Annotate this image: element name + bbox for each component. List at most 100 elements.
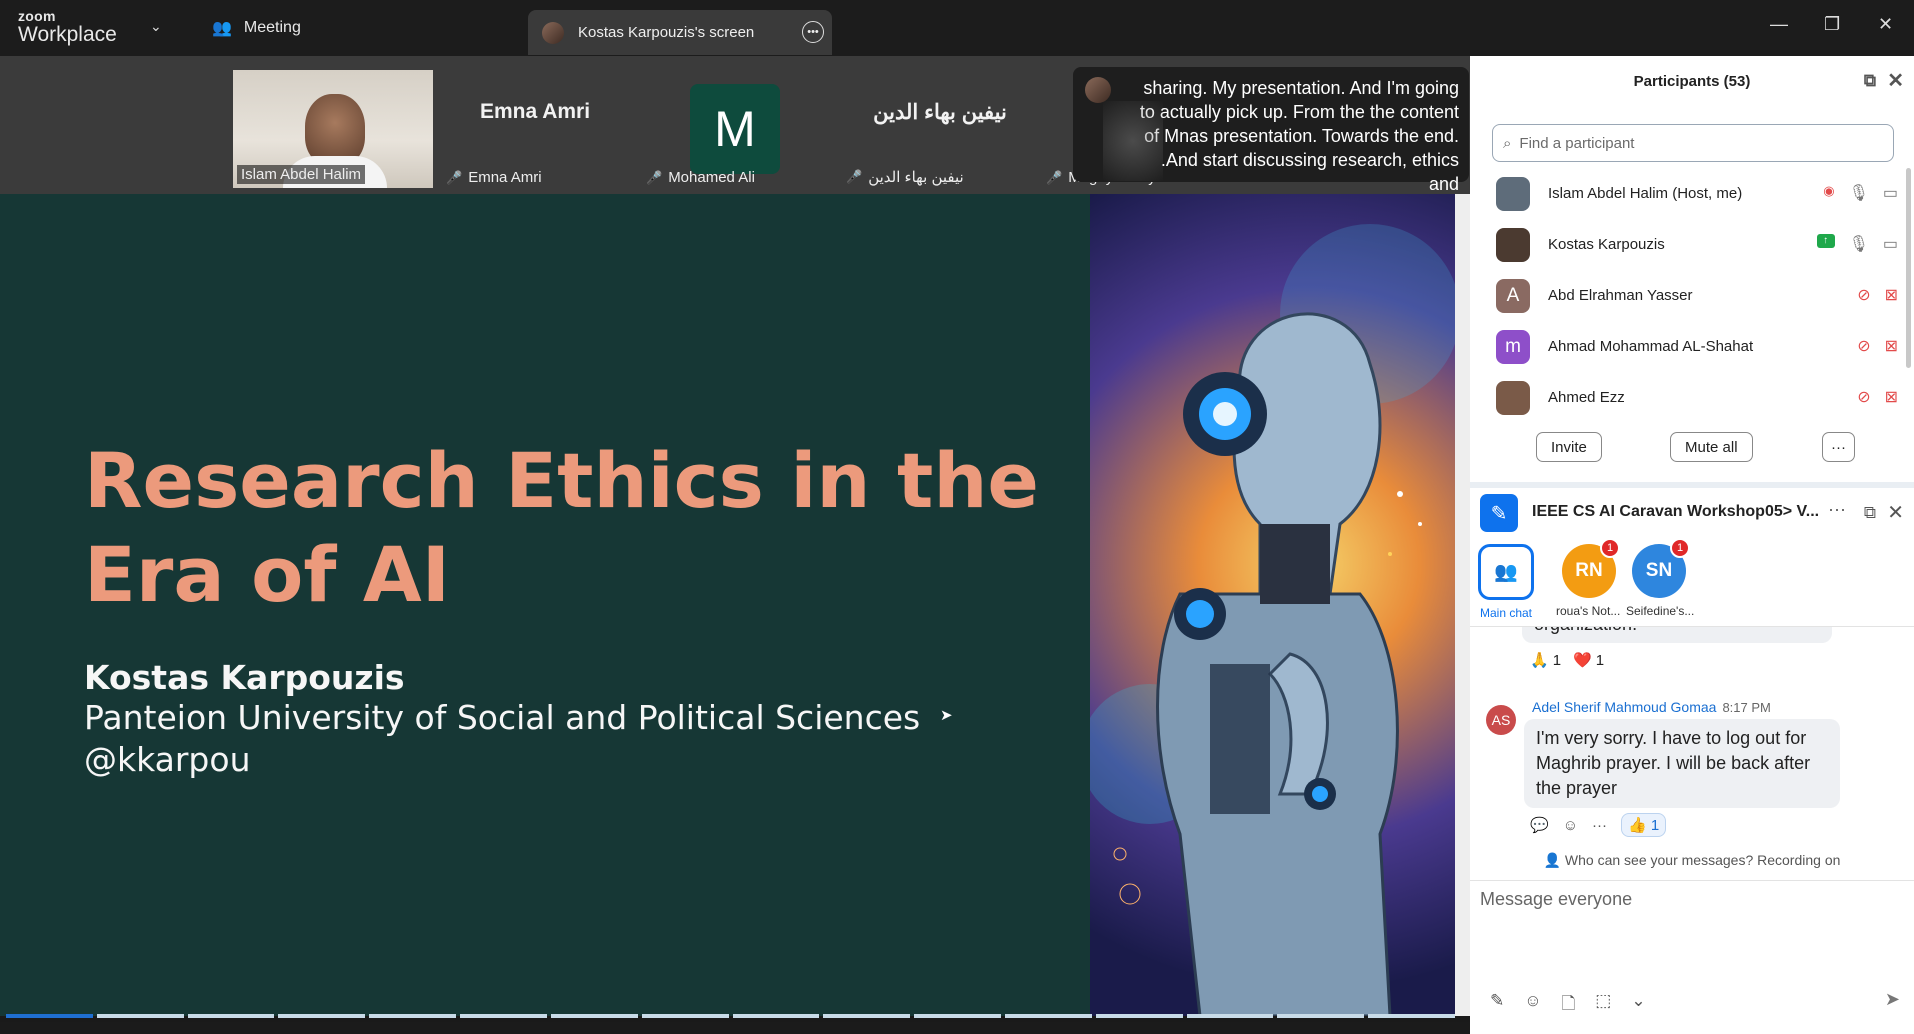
camera-off-icon[interactable]: ⊠ <box>1885 387 1898 407</box>
close-window-icon[interactable]: ✕ <box>1878 14 1893 35</box>
slide-progress <box>0 1014 1455 1018</box>
reply-icon[interactable]: 💬 <box>1530 816 1549 834</box>
restore-icon[interactable]: ❐ <box>1824 14 1840 35</box>
tile-big-name: Emna Amri <box>479 100 591 123</box>
reaction-count: 1 <box>1595 651 1605 669</box>
video-tile[interactable]: نيفين بهاء الدين 🎤 نيفين بهاء الدين <box>840 70 1040 188</box>
reaction-pill[interactable]: 👍 1 <box>1621 813 1667 837</box>
notice-text: Who can see your messages? Recording on <box>1564 852 1841 868</box>
participant-row[interactable]: Kostas Karpouzis ↑ 🎙 ▭ <box>1470 219 1914 270</box>
unread-badge: 1 <box>1600 538 1620 558</box>
emoji-icon[interactable]: ☺ <box>1524 991 1541 1020</box>
participant-row[interactable]: A Abd Elrahman Yasser ⊘ ⊠ <box>1470 270 1914 321</box>
mouse-cursor-icon: ➤ <box>940 707 953 724</box>
bottom-bar <box>0 1022 1470 1034</box>
mute-all-button[interactable]: Mute all <box>1670 432 1753 462</box>
meeting-label: Meeting <box>243 19 301 36</box>
live-caption: sharing. My presentation. And I'm going … <box>1073 67 1469 194</box>
slide-scrollbar[interactable] <box>1455 194 1470 1016</box>
mic-off-icon[interactable]: ⊘ <box>1857 285 1870 305</box>
chat-channel-label: Main chat <box>1479 606 1533 620</box>
send-icon[interactable]: ➤ <box>1885 989 1900 1010</box>
chat-channel-label: roua's Not... <box>1556 604 1621 618</box>
tile-name-row: 🎤 Mohamed Ali <box>646 169 755 186</box>
pop-out-icon[interactable]: ⧉ <box>1864 71 1876 91</box>
participant-status-icons: ◉ 🎙 ▭ <box>1823 183 1898 203</box>
reaction[interactable]: ❤️ 1 <box>1573 651 1605 670</box>
progress-segment <box>6 1014 93 1018</box>
caption-line: sharing. My presentation. And I'm going <box>1143 78 1459 98</box>
meeting-tab[interactable]: 👥 Meeting <box>212 18 301 38</box>
privacy-icon: 👤 <box>1543 852 1562 868</box>
mic-off-icon[interactable]: ⊘ <box>1857 336 1870 356</box>
group-chat-icon: 👥 <box>1478 544 1534 600</box>
more-options-icon[interactable]: ··· <box>1592 817 1607 834</box>
add-reaction-icon[interactable]: ☺ <box>1563 817 1578 834</box>
participant-row[interactable]: Islam Abdel Halim (Host, me) ◉ 🎙 ▭ <box>1470 168 1914 219</box>
mic-off-icon[interactable]: ⊘ <box>1857 387 1870 407</box>
chevron-down-icon[interactable]: ⌄ <box>1631 991 1645 1020</box>
video-tile[interactable]: M 🎤 Mohamed Ali <box>640 70 840 188</box>
reaction[interactable]: 🙏 1 <box>1530 651 1561 670</box>
camera-off-icon[interactable]: ⊠ <box>1885 336 1898 356</box>
progress-segment <box>914 1014 1001 1018</box>
format-icon[interactable]: ✎ <box>1490 991 1504 1020</box>
close-icon[interactable]: ✕ <box>1887 68 1904 93</box>
mic-off-icon: 🎤 <box>446 169 463 185</box>
edit-chat-icon[interactable]: ✎ <box>1480 494 1518 532</box>
pop-out-icon[interactable]: ⧉ <box>1864 503 1876 523</box>
message-input[interactable] <box>1480 889 1900 969</box>
chevron-down-icon[interactable]: ⌄ <box>150 18 162 35</box>
mic-icon[interactable]: 🎙 <box>1849 183 1869 203</box>
participants-scrollbar[interactable] <box>1906 168 1911 368</box>
share-tab[interactable]: Kostas Karpouzis's screen ••• <box>528 10 832 55</box>
camera-icon[interactable]: ▭ <box>1883 183 1898 203</box>
sender-avatar: AS <box>1486 705 1516 735</box>
video-tile[interactable]: Emna Amri 🎤 Emna Amri <box>440 70 630 188</box>
file-icon[interactable]: 🗋 <box>1562 991 1576 1020</box>
more-options-icon[interactable]: ••• <box>802 21 824 43</box>
camera-icon[interactable]: ▭ <box>1883 234 1898 254</box>
search-icon: ⌕ <box>1503 134 1512 152</box>
more-button[interactable]: ··· <box>1822 432 1855 462</box>
message-time: 8:17 PM <box>1722 700 1771 715</box>
close-icon[interactable]: ✕ <box>1887 500 1904 525</box>
participant-row[interactable]: Ahmed Ezz ⊘ ⊠ <box>1470 372 1914 423</box>
chat-channel[interactable]: 👥 Main chat <box>1478 544 1534 620</box>
participant-search[interactable]: ⌕ <box>1492 124 1894 162</box>
chat-channel[interactable]: SN 1 Seifedine's... <box>1626 538 1694 618</box>
chat-channels: 👥 Main chat RN 1 roua's Not... SN 1 Seifed… <box>1470 538 1914 624</box>
progress-segment <box>369 1014 457 1018</box>
progress-segment <box>460 1014 547 1018</box>
progress-segment <box>1186 1014 1274 1018</box>
chat-channel-avatar: RN 1 <box>1562 538 1620 598</box>
more-options-icon[interactable]: ··· <box>1828 499 1846 520</box>
share-avatar <box>542 21 564 44</box>
speaker-avatar <box>1085 77 1111 103</box>
video-tile[interactable]: Islam Abdel Halim <box>233 70 433 188</box>
sender-line: Adel Sherif Mahmoud Gomaa 8:17 PM <box>1532 699 1771 715</box>
reaction-emoji: 👍 <box>1628 817 1647 834</box>
shared-slide: Research Ethics in the Era of AI Kostas … <box>0 194 1455 1016</box>
invite-button[interactable]: Invite <box>1536 432 1602 462</box>
mic-icon[interactable]: 🎙 <box>1849 234 1869 254</box>
minimize-icon[interactable]: — <box>1770 14 1788 35</box>
screenshot-icon[interactable]: ⬚ <box>1595 991 1611 1020</box>
progress-segment <box>1277 1014 1365 1018</box>
chat-channel[interactable]: RN 1 roua's Not... <box>1556 538 1621 618</box>
chat-header: ✎ IEEE CS AI Caravan Workshop05> V... ··… <box>1470 488 1914 536</box>
tile-name: Mohamed Ali <box>668 169 755 186</box>
sender-name[interactable]: Adel Sherif Mahmoud Gomaa <box>1532 699 1716 715</box>
speaker-video-ghost <box>1103 101 1163 181</box>
tile-name: Islam Abdel Halim <box>237 165 366 184</box>
search-input[interactable] <box>1519 134 1860 152</box>
progress-segment <box>1004 1014 1092 1018</box>
composer-tools: ✎ ☺ 🗋 ⬚ ⌄ <box>1490 991 1646 1020</box>
chat-notice[interactable]: 👤 Who can see your messages? Recording o… <box>1470 852 1914 869</box>
camera-off-icon[interactable]: ⊠ <box>1885 285 1898 305</box>
chat-channel-avatar: SN 1 <box>1632 538 1690 598</box>
participant-list: Islam Abdel Halim (Host, me) ◉ 🎙 ▭ Kosta… <box>1470 168 1914 423</box>
participant-row[interactable]: m Ahmad Mohammad AL-Shahat ⊘ ⊠ <box>1470 321 1914 372</box>
robot-illustration <box>1090 194 1455 1016</box>
people-icon: 👥 <box>212 20 232 37</box>
